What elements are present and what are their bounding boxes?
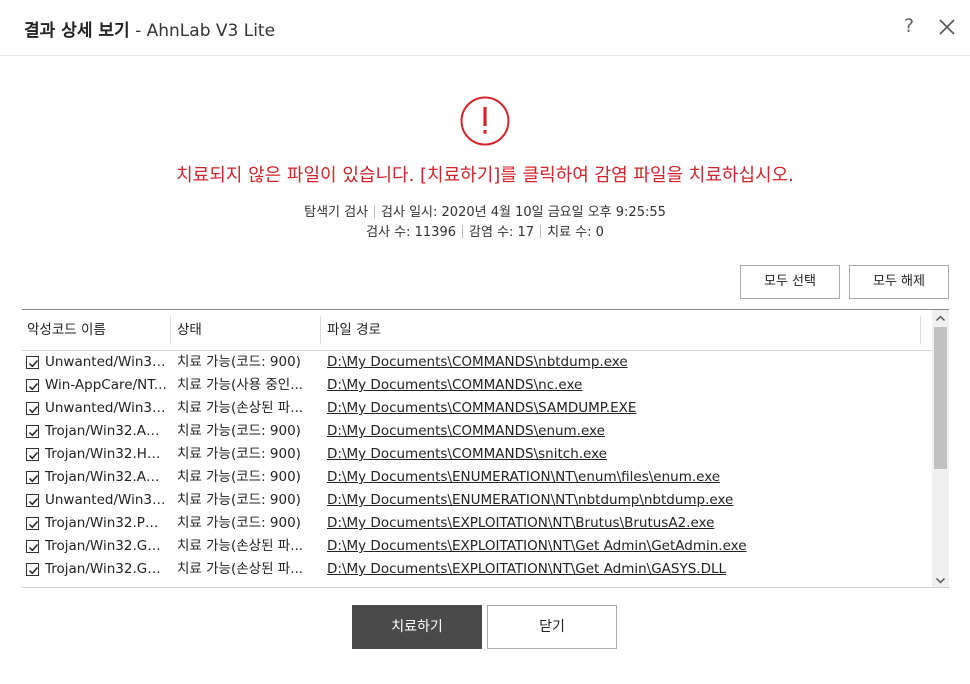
table-body: Unwanted/Win32.... 치료 가능(코드: 900) D:\My Do… bbox=[22, 351, 932, 587]
column-header-status[interactable]: 상태 bbox=[172, 310, 320, 350]
title-bar: 결과 상세 보기 - AhnLab V3 Lite ? bbox=[0, 0, 970, 56]
scan-info-line-2: 검사 수: 11396 감염 수: 17 치료 수: 0 bbox=[0, 221, 970, 240]
column-divider[interactable] bbox=[320, 316, 321, 344]
close-icon[interactable] bbox=[936, 16, 958, 38]
treatment-status: 치료 가능(손상된 파... bbox=[177, 561, 304, 577]
row-checkbox[interactable] bbox=[26, 517, 39, 530]
malware-name: Trojan/Win32.Get... bbox=[45, 561, 168, 577]
row-checkbox[interactable] bbox=[26, 356, 39, 369]
treatment-status: 치료 가능(사용 중인... bbox=[177, 377, 304, 393]
malware-name: Trojan/Win32.Get... bbox=[45, 538, 168, 554]
column-header-name[interactable]: 악성코드 이름 bbox=[22, 310, 170, 350]
treatment-status: 치료 가능(코드: 900) bbox=[177, 354, 301, 370]
column-divider[interactable] bbox=[920, 316, 921, 344]
file-path-link[interactable]: D:\My Documents\COMMANDS\nbtdump.exe bbox=[327, 351, 628, 374]
scroll-up-icon[interactable] bbox=[932, 310, 949, 327]
row-checkbox[interactable] bbox=[26, 379, 39, 392]
treatment-status: 치료 가능(손상된 파... bbox=[177, 538, 304, 554]
scan-count: 검사 수: 11396 bbox=[366, 225, 456, 240]
table-row[interactable]: Win-AppCare/NT... 치료 가능(사용 중인... D:\My Doc… bbox=[22, 374, 932, 397]
row-checkbox[interactable] bbox=[26, 425, 39, 438]
scrollbar-thumb[interactable] bbox=[934, 327, 947, 469]
file-path-link[interactable]: D:\My Documents\ENUMERATION\NT\nbtdump\n… bbox=[327, 489, 733, 512]
column-header-path[interactable]: 파일 경로 bbox=[322, 310, 920, 350]
malware-name: Win-AppCare/NT... bbox=[45, 377, 167, 393]
file-path-link[interactable]: D:\My Documents\EXPLOITATION\NT\Get Admi… bbox=[327, 535, 747, 558]
file-path-link[interactable]: D:\My Documents\EXPLOITATION\NT\Get Admi… bbox=[327, 558, 726, 581]
infected-count: 감염 수: 17 bbox=[469, 225, 535, 240]
row-checkbox[interactable] bbox=[26, 448, 39, 461]
file-path-link[interactable]: D:\My Documents\COMMANDS\enum.exe bbox=[327, 420, 605, 443]
treated-count: 치료 수: 0 bbox=[547, 225, 604, 240]
treat-button[interactable]: 치료하기 bbox=[352, 605, 482, 649]
malware-name: Trojan/Win32.PW... bbox=[45, 515, 168, 531]
malware-name: Unwanted/Win32.... bbox=[45, 400, 168, 416]
file-path-link[interactable]: D:\My Documents\ENUMERATION\NT\enum\file… bbox=[327, 466, 720, 489]
treatment-status: 치료 가능(코드: 900) bbox=[177, 492, 301, 508]
table-row[interactable]: Trojan/Win32.HD... 치료 가능(코드: 900) D:\My Do… bbox=[22, 443, 932, 466]
treatment-status: 치료 가능(손상된 파... bbox=[177, 400, 304, 416]
file-path-link[interactable]: D:\My Documents\COMMANDS\SAMDUMP.EXE bbox=[327, 397, 636, 420]
table-row[interactable]: Trojan/Win32.Age... 치료 가능(코드: 900) D:\My D… bbox=[22, 466, 932, 489]
table-row[interactable]: Unwanted/Win32.... 치료 가능(코드: 900) D:\My Do… bbox=[22, 351, 932, 374]
separator bbox=[540, 225, 542, 238]
row-checkbox[interactable] bbox=[26, 402, 39, 415]
table-row[interactable]: Trojan/Win32.PW... 치료 가능(코드: 900) D:\My Do… bbox=[22, 512, 932, 535]
treatment-status: 치료 가능(코드: 900) bbox=[177, 423, 301, 439]
malware-name: Unwanted/Win32.... bbox=[45, 354, 168, 370]
treatment-status: 치료 가능(코드: 900) bbox=[177, 469, 301, 485]
separator bbox=[462, 225, 463, 238]
row-checkbox[interactable] bbox=[26, 563, 39, 576]
table-row[interactable]: Trojan/Win32.Get... 치료 가능(손상된 파... D:\My D… bbox=[22, 535, 932, 558]
scroll-down-icon[interactable] bbox=[932, 572, 949, 587]
malware-name: Trojan/Win32.Age... bbox=[45, 423, 168, 439]
column-divider[interactable] bbox=[170, 316, 171, 344]
file-path-link[interactable]: D:\My Documents\COMMANDS\nc.exe bbox=[327, 374, 582, 397]
separator bbox=[374, 205, 376, 218]
table-header: 악성코드 이름 상태 파일 경로 bbox=[22, 310, 932, 351]
close-button[interactable]: 닫기 bbox=[487, 605, 617, 649]
malware-name: Trojan/Win32.Age... bbox=[45, 469, 168, 485]
file-path-link[interactable]: D:\My Documents\COMMANDS\snitch.exe bbox=[327, 443, 607, 466]
file-path-link[interactable]: D:\My Documents\EXPLOITATION\NT\Brutus\B… bbox=[327, 512, 714, 535]
row-checkbox[interactable] bbox=[26, 471, 39, 484]
scan-info-line-1: 탐색기 검사 검사 일시: 2020년 4월 10일 금요일 오후 9:25:55 bbox=[0, 201, 970, 220]
treatment-status: 치료 가능(코드: 900) bbox=[177, 446, 301, 462]
table-row[interactable]: Unwanted/Win32.... 치료 가능(손상된 파... D:\My Do… bbox=[22, 397, 932, 420]
window-title: 결과 상세 보기 - AhnLab V3 Lite bbox=[24, 16, 275, 41]
malware-name: Unwanted/Win32.... bbox=[45, 492, 168, 508]
vertical-scrollbar[interactable] bbox=[932, 310, 949, 587]
table-row[interactable]: Trojan/Win32.Age... 치료 가능(코드: 900) D:\My D… bbox=[22, 420, 932, 443]
window-title-app: - AhnLab V3 Lite bbox=[135, 21, 276, 41]
treatment-status: 치료 가능(코드: 900) bbox=[177, 515, 301, 531]
scan-datetime: 검사 일시: 2020년 4월 10일 금요일 오후 9:25:55 bbox=[381, 205, 666, 220]
alert-message: 치료되지 않은 파일이 있습니다. [치료하기]를 클릭하여 감염 파일을 치료… bbox=[176, 165, 794, 186]
scan-type: 탐색기 검사 bbox=[304, 205, 369, 220]
deselect-all-button[interactable]: 모두 해제 bbox=[849, 265, 949, 299]
malware-name: Trojan/Win32.HD... bbox=[45, 446, 168, 462]
window-title-main: 결과 상세 보기 bbox=[24, 21, 130, 41]
help-button[interactable]: ? bbox=[898, 15, 920, 39]
exclamation-circle-icon bbox=[460, 96, 510, 146]
table-row[interactable]: Trojan/Win32.Get... 치료 가능(손상된 파... D:\My D… bbox=[22, 558, 932, 581]
results-table: 악성코드 이름 상태 파일 경로 Unwanted/Win32.... 치료 가능… bbox=[22, 309, 949, 588]
row-checkbox[interactable] bbox=[26, 494, 39, 507]
row-checkbox[interactable] bbox=[26, 540, 39, 553]
select-all-button[interactable]: 모두 선택 bbox=[740, 265, 840, 299]
table-row[interactable]: Unwanted/Win32.... 치료 가능(코드: 900) D:\My Do… bbox=[22, 489, 932, 512]
